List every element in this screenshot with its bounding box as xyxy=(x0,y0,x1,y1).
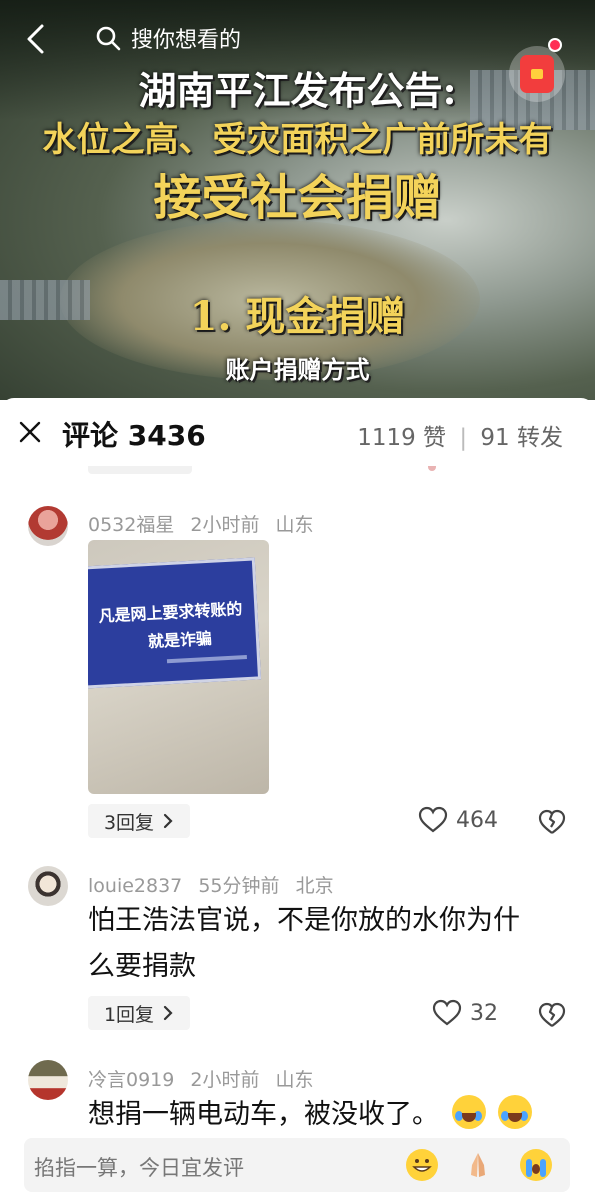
like-button[interactable]: 464 xyxy=(418,806,498,834)
crying-laughing-emoji-icon xyxy=(451,1095,486,1129)
replies-count: 3回复 xyxy=(103,811,155,834)
comment-image[interactable]: 凡是网上要求转账的 就是诈骗 xyxy=(88,540,269,794)
heart-icon xyxy=(432,999,462,1026)
search-placeholder: 搜你想看的 xyxy=(131,28,242,53)
comment-input[interactable]: 掐指一算，今日宜发评 xyxy=(24,1138,570,1192)
crying-emoji-icon[interactable] xyxy=(520,1149,552,1181)
comment-input-placeholder: 掐指一算，今日宜发评 xyxy=(34,1156,244,1180)
anti-fraud-sign: 凡是网上要求转账的 就是诈骗 xyxy=(88,557,262,689)
comment-text-line-1: 怕王浩法官说，不是你放的水你为什 xyxy=(88,905,520,936)
comment-location: 山东 xyxy=(275,514,314,536)
comments-title: 评论 3436 xyxy=(62,419,206,452)
video-headline-1: 湖南平江发布公告: xyxy=(138,68,457,113)
chevron-right-icon xyxy=(163,1005,173,1021)
replies-button[interactable]: 1回复 xyxy=(88,996,190,1030)
post-likes: 1119 赞 xyxy=(357,425,447,451)
previous-like-stub xyxy=(428,466,436,471)
video-headline-3: 接受社会捐赠 xyxy=(153,170,442,226)
comment-username[interactable]: 0532福星 xyxy=(88,514,174,536)
video-player[interactable]: 搜你想看的 湖南平江发布公告: 水位之高、受灾面积之广前所未有 接受社会捐赠 1… xyxy=(0,0,595,400)
like-count: 32 xyxy=(470,1000,498,1026)
chevron-right-icon xyxy=(163,813,173,829)
stats-separator: | xyxy=(459,425,468,451)
comment-location: 山东 xyxy=(275,1069,314,1091)
broken-heart-icon[interactable] xyxy=(538,808,566,836)
comment-location: 北京 xyxy=(295,875,334,897)
like-count: 464 xyxy=(456,807,498,833)
close-icon[interactable] xyxy=(18,420,42,444)
comment-meta: louie2837 55分钟前 北京 xyxy=(88,871,344,898)
post-shares: 91 转发 xyxy=(480,425,563,451)
comment-text-content: 想捐一辆电动车，被没收了。 xyxy=(88,1099,439,1130)
video-headline-2: 水位之高、受灾面积之广前所未有 xyxy=(42,120,553,160)
back-icon[interactable] xyxy=(20,22,54,56)
video-headline-4: 1. 现金捐赠 xyxy=(189,293,406,340)
comments-panel: 评论 3436 1119 赞 | 91 转发 0532福星 2小时前 山东 凡是… xyxy=(0,398,595,1200)
post-stats: 1119 赞 | 91 转发 xyxy=(357,418,563,452)
comment-time: 55分钟前 xyxy=(198,875,280,897)
sign-text-2: 就是诈骗 xyxy=(147,628,213,652)
comment-text: 怕王浩法官说，不是你放的水你为什 么要捐款 xyxy=(88,898,520,990)
comment-meta: 0532福星 2小时前 山东 xyxy=(88,510,324,537)
video-headline-5: 账户捐赠方式 xyxy=(225,355,370,384)
sign-text-1: 凡是网上要求转账的 xyxy=(98,599,243,626)
sign-footer-line xyxy=(166,655,247,664)
replies-count: 1回复 xyxy=(103,1003,155,1026)
grin-emoji-icon[interactable] xyxy=(406,1149,438,1181)
heart-icon xyxy=(418,806,448,833)
crying-laughing-emoji-icon xyxy=(498,1095,533,1129)
avatar[interactable] xyxy=(28,1060,68,1100)
search-bar[interactable]: 搜你想看的 xyxy=(95,22,241,54)
comment-meta: 冷言0919 2小时前 山东 xyxy=(88,1065,324,1092)
avatar[interactable] xyxy=(28,506,68,546)
like-button[interactable]: 32 xyxy=(432,999,498,1027)
comment-username[interactable]: louie2837 xyxy=(88,875,182,897)
replies-button[interactable]: 3回复 xyxy=(88,804,190,838)
previous-comment-stub xyxy=(88,466,192,474)
comment-text: 想捐一辆电动车，被没收了。 xyxy=(88,1092,533,1138)
notification-dot xyxy=(548,38,562,52)
comments-header: 评论 3436 1119 赞 | 91 转发 xyxy=(0,398,595,466)
comment-username[interactable]: 冷言0919 xyxy=(88,1069,174,1091)
comment-time: 2小时前 xyxy=(190,1069,260,1091)
pray-hands-icon[interactable] xyxy=(462,1149,494,1181)
comment-time: 2小时前 xyxy=(190,514,260,536)
search-icon xyxy=(96,26,121,51)
avatar[interactable] xyxy=(28,866,68,906)
broken-heart-icon[interactable] xyxy=(538,1001,566,1029)
comment-text-line-2: 么要捐款 xyxy=(88,951,196,982)
